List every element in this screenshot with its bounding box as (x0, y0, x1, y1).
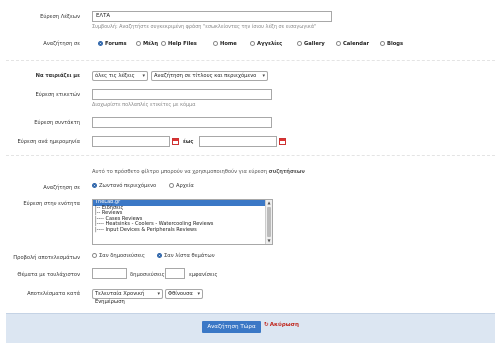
divider (6, 60, 495, 61)
radio-icon (169, 183, 174, 188)
display-as-topics[interactable]: Σαν λίστα θεμάτων (157, 253, 215, 259)
keywords-input[interactable]: ΕΛΤΑ (92, 11, 332, 22)
chevron-down-icon: ▾ (142, 73, 145, 79)
search-in-label: Αναζήτηση σε (43, 41, 80, 47)
search-where-live[interactable]: Ζωντανό περιεχόμενο (92, 183, 156, 189)
date-to-input[interactable] (199, 136, 277, 147)
results-direction-select[interactable]: Φθίνουσα ▾ (165, 289, 203, 299)
min-topics-end: εμφανίσεις (189, 272, 218, 278)
display-as-posts[interactable]: Σαν δημοσιεύσεις (92, 253, 145, 259)
chevron-down-icon: ▾ (197, 291, 200, 297)
radio-icon (380, 41, 385, 46)
radio-icon (161, 41, 166, 46)
forum-listbox[interactable]: TheLab.gr |-- Ειδήσεις |-- Reviews |----… (92, 199, 273, 245)
radio-icon (92, 253, 97, 258)
results-sort-select[interactable]: Τελευταία Χρονική Ενημέρωση ▾ (92, 289, 163, 305)
listbox-scrollbar[interactable]: ▲ ▼ (265, 200, 272, 244)
radio-icon (98, 41, 103, 46)
search-in-blogs[interactable]: Blogs (380, 41, 403, 47)
calendar-icon[interactable] (172, 138, 179, 145)
forum-select-label: Εύρεση στην ενότητα (23, 201, 80, 207)
search-where-archive[interactable]: Αρχεία (169, 183, 194, 189)
date-label: Εύρεση ανά ημερομηνία (17, 139, 80, 145)
radio-icon (92, 183, 97, 188)
search-in-gallery[interactable]: Gallery (297, 41, 325, 47)
display-label: Προβολή αποτελεσμάτων (13, 255, 80, 261)
match-label: Να ταιριάζει με (35, 73, 80, 79)
search-in-calendar[interactable]: Calendar (336, 41, 369, 47)
search-in-classifieds[interactable]: Αγγελίες (250, 41, 282, 47)
tags-input[interactable] (92, 89, 272, 100)
filter-note: Αυτό το πρόσθετο φίλτρο μπορούν να χρησι… (92, 169, 305, 175)
search-where-label: Αναζήτηση σε (43, 185, 80, 191)
undo-icon: ↻ (264, 322, 269, 328)
list-item[interactable]: |---- Input Devices & Peripherals Review… (93, 227, 272, 234)
match-select[interactable]: όλες τις λέξεις ▾ (92, 71, 148, 81)
scroll-thumb[interactable] (267, 207, 271, 237)
min-topics-label: Θέματα με τουλάχιστον (17, 272, 80, 278)
divider (6, 155, 495, 156)
tags-hint: Διαχωρίστε πολλαπλές ετικέτες με κόμμα (92, 102, 196, 108)
radio-icon (250, 41, 255, 46)
results-order-label: Αποτελέσματα κατά (27, 291, 80, 297)
scroll-down-icon[interactable]: ▼ (266, 238, 272, 244)
radio-icon (297, 41, 302, 46)
search-in-help-files[interactable]: Help Files (161, 41, 197, 47)
date-to-label: έως (183, 139, 194, 145)
cancel-link[interactable]: ↻Ακύρωση (264, 322, 299, 328)
radio-icon (157, 253, 162, 258)
keywords-label: Εύρεση Λέξεων (40, 14, 80, 20)
keywords-hint: Συμβουλή: Αναζητήστε συγκεκριμένη φράση … (92, 24, 317, 30)
date-from-input[interactable] (92, 136, 170, 147)
scope-select[interactable]: Αναζήτηση σε τίτλους και περιεχόμενο ▾ (151, 71, 268, 81)
author-input[interactable] (92, 117, 272, 128)
radio-icon (336, 41, 341, 46)
search-in-members[interactable]: Μέλη (136, 41, 158, 47)
min-views-input[interactable] (165, 268, 185, 279)
author-label: Εύρεση συντάκτη (34, 120, 80, 126)
radio-icon (136, 41, 141, 46)
search-in-home[interactable]: Home (213, 41, 237, 47)
chevron-down-icon: ▾ (262, 73, 265, 79)
search-in-forums[interactable]: Forums (98, 41, 127, 47)
calendar-icon[interactable] (279, 138, 286, 145)
radio-icon (213, 41, 218, 46)
chevron-down-icon: ▾ (157, 291, 160, 297)
tags-label: Εύρεση ετικετών (35, 92, 80, 98)
search-now-button[interactable]: Αναζήτηση Τώρα (202, 321, 261, 333)
min-posts-input[interactable] (92, 268, 127, 279)
scroll-up-icon[interactable]: ▲ (266, 200, 272, 206)
